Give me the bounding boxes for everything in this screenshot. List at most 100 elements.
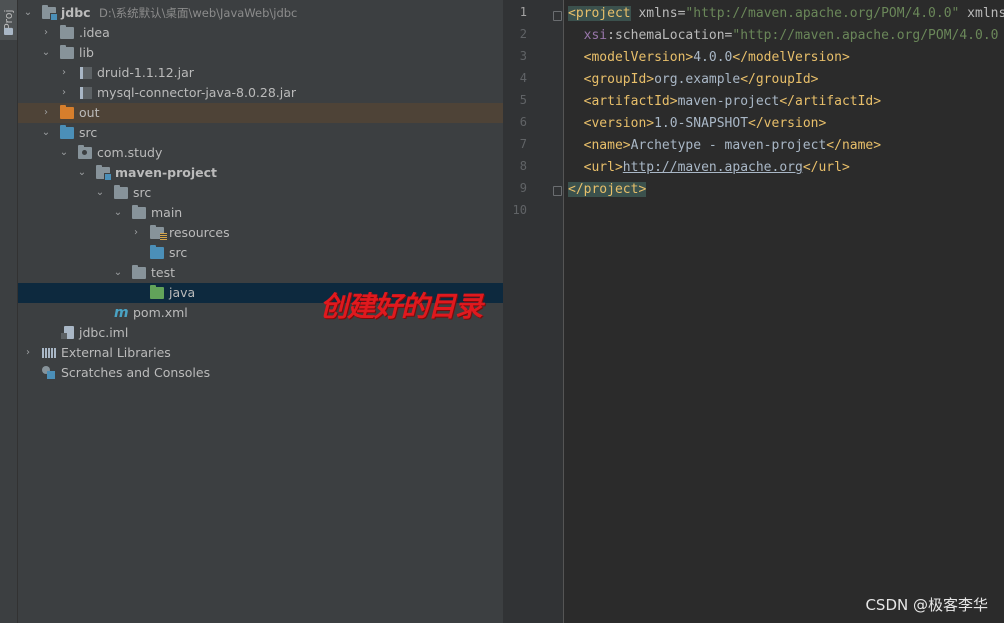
tree-item-label: .idea <box>79 25 110 40</box>
tree-item-jdbc-iml[interactable]: jdbc.iml <box>18 323 503 343</box>
project-tab-label: Proj <box>2 9 15 30</box>
jar-icon <box>80 67 92 79</box>
tree-item-label: java <box>169 285 196 300</box>
folder-icon <box>114 185 128 199</box>
chevron-down-icon[interactable]: ⌄ <box>112 203 124 223</box>
scratches-icon <box>42 366 55 379</box>
tree-item-mp-src[interactable]: ⌄ src <box>18 183 503 203</box>
chevron-down-icon[interactable]: ⌄ <box>94 183 106 203</box>
tree-item-label: resources <box>169 225 230 240</box>
folder-icon <box>132 265 146 279</box>
chevron-down-icon[interactable]: ⌄ <box>40 43 52 63</box>
tree-item-label: src <box>133 185 152 200</box>
tree-item-idea[interactable]: › .idea <box>18 23 503 43</box>
module-folder-icon <box>42 5 58 21</box>
fold-marker-icon[interactable] <box>553 186 562 196</box>
tool-window-strip: Proj <box>0 0 18 623</box>
source-folder-icon <box>60 125 74 139</box>
code-line-2: xsi:schemaLocation="http://maven.apache.… <box>583 28 999 43</box>
project-tool-tab[interactable]: Proj <box>0 0 17 40</box>
line-number: 6 <box>519 115 527 129</box>
code-line-8: <url>http://maven.apache.org</url> <box>583 160 850 175</box>
iml-file-icon <box>61 326 74 339</box>
code-line-1: <project xmlns="http://maven.apache.org/… <box>568 6 1004 21</box>
tree-item-mysql-jar[interactable]: › mysql-connector-java-8.0.28.jar <box>18 83 503 103</box>
line-number: 9 <box>519 181 527 195</box>
tree-item-druid-jar[interactable]: › druid-1.1.12.jar <box>18 63 503 83</box>
chevron-down-icon[interactable]: ⌄ <box>22 3 34 23</box>
tree-item-label: out <box>79 105 100 120</box>
excluded-folder-icon <box>60 105 74 119</box>
maven-icon: m <box>114 305 129 321</box>
tree-item-label: com.study <box>97 145 163 160</box>
line-number: 7 <box>519 137 527 151</box>
tree-item-external-libraries[interactable]: › External Libraries <box>18 343 503 363</box>
code-editor[interactable]: <project xmlns="http://maven.apache.org/… <box>564 0 1004 623</box>
chevron-down-icon[interactable]: ⌄ <box>112 263 124 283</box>
tree-item-scratches[interactable]: Scratches and Consoles <box>18 363 503 383</box>
tree-item-jdbc[interactable]: ⌄ jdbc D:\系统默认\桌面\web\JavaWeb\jdbc <box>18 3 503 23</box>
tree-item-main-src[interactable]: src <box>18 243 503 263</box>
jar-icon <box>80 87 92 99</box>
tree-item-label: maven-project <box>115 165 218 180</box>
code-line-7: <name>Archetype - maven-project</name> <box>583 138 882 153</box>
annotation-text: 创建好的目录 <box>320 290 483 323</box>
tree-item-label: src <box>169 245 188 260</box>
tree-item-label: druid-1.1.12.jar <box>97 65 194 80</box>
line-number: 8 <box>519 159 527 173</box>
module-folder-icon <box>96 165 112 181</box>
line-number: 10 <box>512 203 527 217</box>
chevron-down-icon[interactable]: ⌄ <box>76 163 88 183</box>
tree-item-lib[interactable]: ⌄ lib <box>18 43 503 63</box>
code-line-5: <artifactId>maven-project</artifactId> <box>583 94 882 109</box>
source-folder-icon <box>150 245 164 259</box>
line-number: 1 <box>519 5 527 19</box>
line-number-gutter: 1 2 3 4 5 6 7 8 9 10 <box>503 0 564 623</box>
tree-item-label: test <box>151 265 176 280</box>
tree-item-label: main <box>151 205 183 220</box>
tree-item-label: jdbc.iml <box>79 325 129 340</box>
line-number: 4 <box>519 71 527 85</box>
tree-item-label: External Libraries <box>61 345 171 360</box>
folder-icon <box>132 205 146 219</box>
url-link[interactable]: http://maven.apache.org <box>623 160 803 175</box>
chevron-down-icon[interactable]: ⌄ <box>40 123 52 143</box>
code-line-4: <groupId>org.example</groupId> <box>583 72 819 87</box>
chevron-right-icon[interactable]: › <box>40 23 52 43</box>
chevron-down-icon[interactable]: ⌄ <box>58 143 70 163</box>
tree-item-label: Scratches and Consoles <box>61 365 211 380</box>
tree-item-label: src <box>79 125 98 140</box>
chevron-right-icon[interactable]: › <box>58 63 70 83</box>
resources-folder-icon <box>150 225 167 240</box>
code-line-9: </project> <box>568 182 647 197</box>
watermark: CSDN @极客李华 <box>865 596 988 614</box>
chevron-right-icon[interactable]: › <box>40 103 52 123</box>
test-source-folder-icon <box>150 285 164 299</box>
tree-item-label: pom.xml <box>133 305 188 320</box>
tree-item-test[interactable]: ⌄ test <box>18 263 503 283</box>
fold-marker-icon[interactable] <box>553 11 562 21</box>
line-number: 5 <box>519 93 527 107</box>
project-path: D:\系统默认\桌面\web\JavaWeb\jdbc <box>99 6 298 20</box>
libraries-icon <box>42 348 56 358</box>
tree-item-main[interactable]: ⌄ main <box>18 203 503 223</box>
line-number: 2 <box>519 27 527 41</box>
chevron-right-icon[interactable]: › <box>58 83 70 103</box>
chevron-right-icon[interactable]: › <box>22 343 34 363</box>
code-line-6: <version>1.0-SNAPSHOT</version> <box>583 116 827 131</box>
folder-icon <box>60 45 74 59</box>
tree-item-out[interactable]: › out <box>18 103 503 123</box>
tree-item-com-study[interactable]: ⌄ com.study <box>18 143 503 163</box>
tree-item-label: lib <box>79 45 94 60</box>
package-icon <box>78 145 92 159</box>
tree-item-maven-project[interactable]: ⌄ maven-project <box>18 163 503 183</box>
tree-item-src[interactable]: ⌄ src <box>18 123 503 143</box>
folder-icon <box>60 25 74 39</box>
line-number: 3 <box>519 49 527 63</box>
folder-icon <box>4 28 13 35</box>
tree-item-resources[interactable]: › resources <box>18 223 503 243</box>
tree-item-label: mysql-connector-java-8.0.28.jar <box>97 85 297 100</box>
tree-item-label: jdbc <box>61 5 91 20</box>
code-line-3: <modelVersion>4.0.0</modelVersion> <box>583 50 850 65</box>
chevron-right-icon[interactable]: › <box>130 223 142 243</box>
